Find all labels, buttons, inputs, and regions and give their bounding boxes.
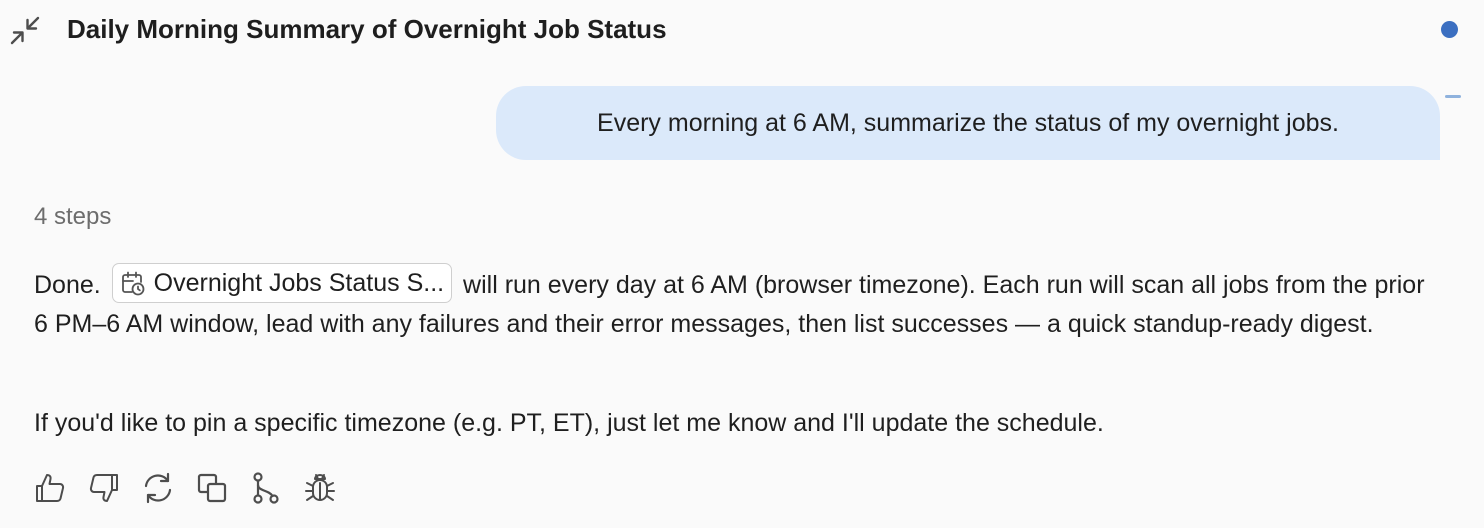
thumbs-down-button[interactable] [86,470,121,506]
message-actions [32,468,337,508]
user-message-text: Every morning at 6 AM, summarize the sta… [597,109,1339,137]
report-bug-button[interactable] [302,470,337,506]
branch-button[interactable] [248,470,283,506]
regenerate-icon [144,472,171,504]
schedule-chip-label: Overnight Jobs Status S... [153,269,445,297]
response-paragraph-2: If you'd like to pin a specific timezone… [34,409,1104,437]
calendar-clock-icon [121,270,145,296]
branch-icon [252,472,279,504]
schedule-chip[interactable]: Overnight Jobs Status S... [111,263,453,303]
user-message-bubble: Every morning at 6 AM, summarize the sta… [496,86,1440,160]
status-dot [1441,21,1458,38]
thumbs-up-icon [35,474,64,502]
response-paragraph-1: Done. Overnight Jobs Status S... will ru… [34,263,1444,344]
collapse-arrows-icon[interactable] [10,15,40,45]
page-title: Daily Morning Summary of Overnight Job S… [67,14,667,44]
copy-icon [197,473,226,503]
response-lead: Done. [34,271,101,299]
bug-icon [304,474,335,501]
thumbs-down-icon [89,474,118,502]
steps-toggle[interactable]: 4 steps [34,202,111,232]
scroll-marker[interactable] [1445,95,1461,98]
chat-header: Daily Morning Summary of Overnight Job S… [0,0,1484,62]
thumbs-up-button[interactable] [32,470,67,506]
regenerate-button[interactable] [140,470,175,506]
copy-button[interactable] [194,470,229,506]
